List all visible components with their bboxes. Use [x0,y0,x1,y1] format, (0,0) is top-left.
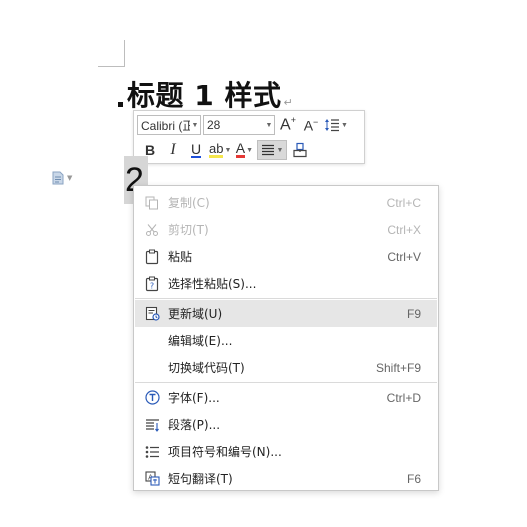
menu-item-shortcut: F6 [406,471,421,486]
chevron-down-icon[interactable]: ▼ [276,147,283,154]
underline-button[interactable]: U [186,140,206,160]
underline-icon: U [190,141,202,158]
font-color-icon: A [235,140,246,158]
menu-item-label: 段落(P)... [168,418,221,432]
paragraph-layout-handle[interactable]: ▼ [52,170,80,186]
chevron-down-icon[interactable]: ▼ [264,122,274,129]
shrink-font-button[interactable]: A− [301,115,321,135]
translate-icon: A [144,471,160,487]
update-field-icon [144,306,160,322]
bullet-list-icon [144,444,160,460]
scissors-icon [144,222,160,238]
menu-item-shortcut: Ctrl+C [386,195,421,210]
menu-item-label: 短句翻译(T) [168,472,233,486]
document-icon [52,171,64,185]
menu-item-label: 字体(F)... [168,391,220,405]
grow-font-icon: A+ [280,115,296,134]
paragraph-bullet-marker [118,102,123,107]
menu-item-edit-field[interactable]: 编辑域(E)... [135,327,437,354]
chevron-down-icon[interactable]: ▼ [341,122,348,129]
menu-item-shortcut: Shift+F9 [375,360,421,375]
chevron-down-icon[interactable]: ▼ [246,147,253,154]
paste-icon [144,249,160,265]
floating-format-toolbar: Calibri (正 ▼ 28 ▼ A+ A− ▼ B I U ab ▼ A ▼… [133,110,365,164]
context-menu: 复制(C) Ctrl+C 剪切(T) Ctrl+X 粘贴 Ctrl+V ? 选择… [133,185,439,491]
menu-item-font[interactable]: 字体(F)... Ctrl+D [135,384,437,411]
heading-paragraph[interactable]: 标题 1 样式 ↵ [118,74,293,114]
menu-item-bullets-numbering[interactable]: 项目符号和编号(N)... [135,438,437,465]
chevron-down-icon[interactable]: ▼ [190,122,200,129]
font-name-value: Calibri (正 [141,118,190,133]
font-size-combo[interactable]: 28 ▼ [203,115,275,135]
menu-item-label: 粘贴 [168,250,193,264]
menu-item-label: 选择性粘贴(S)... [168,277,257,291]
svg-text:?: ? [150,281,154,290]
menu-item-shortcut: Ctrl+X [387,222,421,237]
font-size-value: 28 [207,118,221,132]
chevron-down-icon[interactable]: ▼ [67,174,72,182]
menu-item-paste[interactable]: 粘贴 Ctrl+V [135,243,437,270]
menu-item-toggle-field-codes[interactable]: 切换域代码(T) Shift+F9 [135,354,437,381]
copy-icon [144,195,160,211]
font-icon [144,390,160,406]
menu-item-paste-special[interactable]: ? 选择性粘贴(S)... [135,270,437,297]
menu-item-label: 剪切(T) [168,223,209,237]
menu-item-label: 复制(C) [168,196,210,210]
chevron-down-icon[interactable]: ▼ [224,147,231,154]
highlight-button[interactable]: ab ▼ [209,140,231,160]
align-justify-icon [262,144,275,156]
paragraph-mark: ↵ [283,96,293,109]
menu-item-label: 项目符号和编号(N)... [168,445,282,459]
paste-special-icon: ? [144,276,160,292]
highlight-icon: ab [209,141,224,158]
menu-item-shortcut: F9 [406,306,421,321]
menu-separator [135,382,437,383]
paragraph-icon [144,417,160,433]
menu-item-update-field[interactable]: 更新域(U) F9 [135,300,437,327]
grow-font-button[interactable]: A+ [278,115,298,135]
menu-item-shortcut: Ctrl+V [387,249,421,264]
menu-item-translate-sentence[interactable]: A 短句翻译(T) F6 [135,465,437,492]
font-name-combo[interactable]: Calibri (正 ▼ [137,115,201,135]
line-spacing-icon [325,119,339,132]
line-spacing-button[interactable]: ▼ [324,115,348,135]
format-painter-button[interactable] [290,140,310,160]
menu-item-cut[interactable]: 剪切(T) Ctrl+X [135,216,437,243]
menu-item-label: 更新域(U) [168,307,223,321]
paragraph-align-button[interactable]: ▼ [257,140,288,160]
shrink-font-icon: A− [303,116,319,134]
menu-item-label: 编辑域(E)... [168,334,233,348]
menu-separator [135,298,437,299]
font-color-button[interactable]: A ▼ [234,140,254,160]
heading-text[interactable]: 标题 1 样式 [127,78,281,114]
menu-item-paragraph[interactable]: 段落(P)... [135,411,437,438]
page-margin-corner [98,40,125,67]
format-painter-icon [293,142,308,158]
italic-button[interactable]: I [163,140,183,160]
menu-item-copy[interactable]: 复制(C) Ctrl+C [135,189,437,216]
menu-item-label: 切换域代码(T) [168,361,245,375]
menu-item-shortcut: Ctrl+D [386,390,421,405]
